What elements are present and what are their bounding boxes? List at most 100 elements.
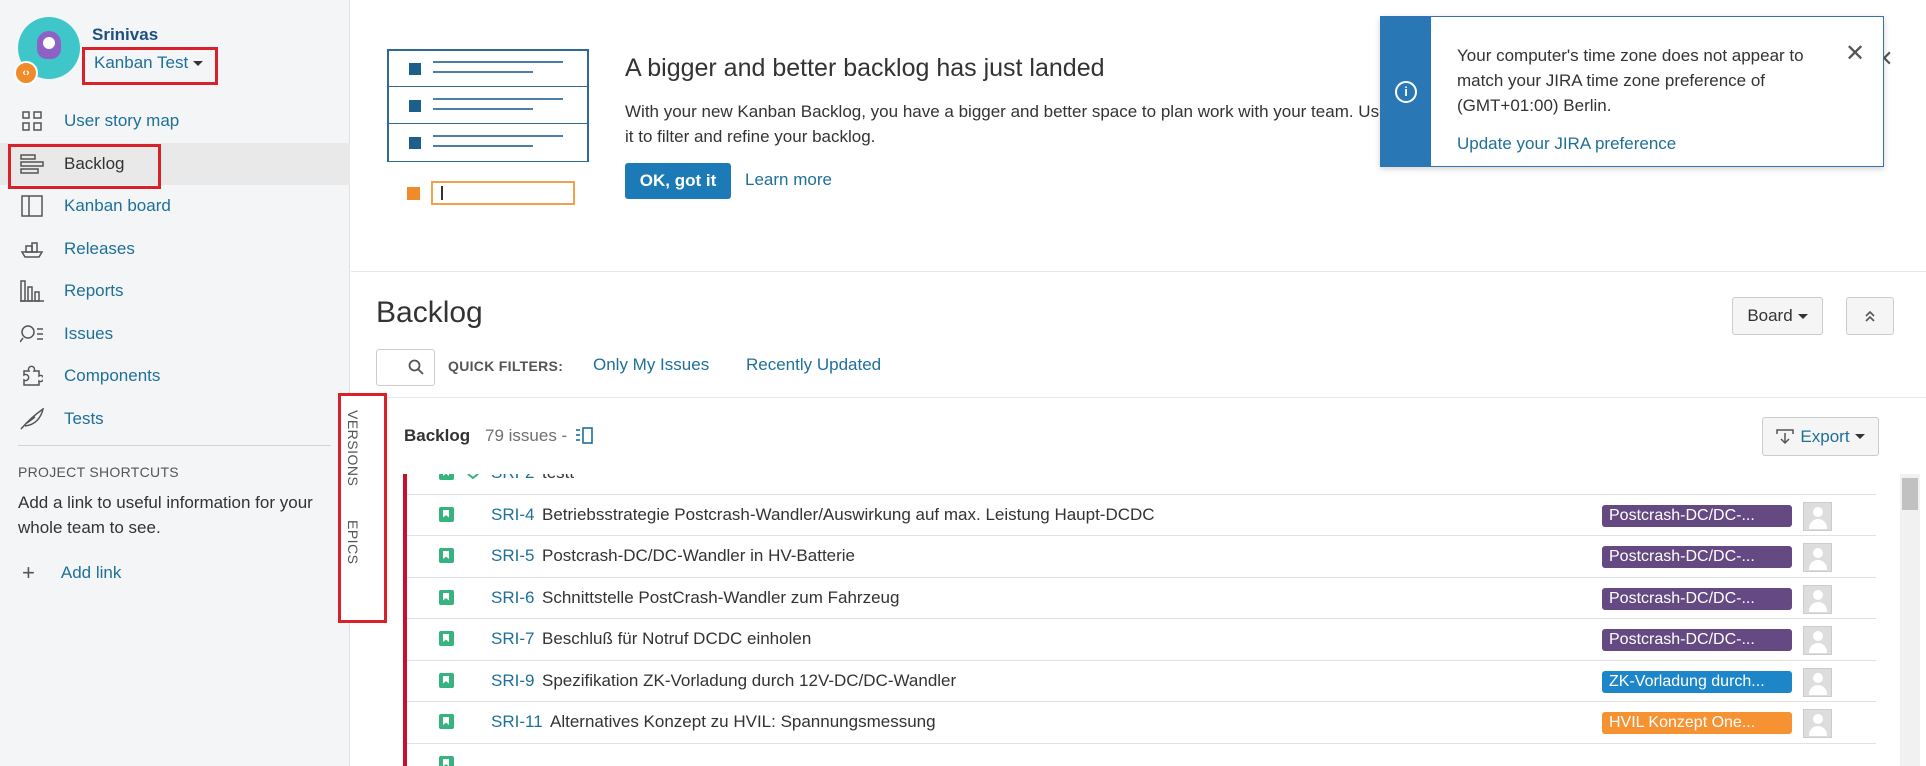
board-icon	[18, 194, 46, 218]
scrollbar-thumb[interactable]	[1902, 478, 1918, 510]
issue-summary: Alternatives Konzept zu HVIL: Spannungsm…	[550, 712, 936, 731]
assignee-avatar[interactable]	[1803, 626, 1832, 655]
backlog-issue-count: 79 issues -	[485, 426, 568, 445]
plus-icon: +	[22, 560, 35, 585]
issue-key[interactable]: SRI-2	[491, 474, 534, 483]
puzzle-icon	[18, 364, 46, 388]
highlight-backlog-annotation	[8, 144, 161, 189]
sidebar-item-label: Components	[64, 366, 161, 386]
story-icon	[439, 474, 454, 480]
table-row[interactable]: SRI-2 testt	[407, 474, 1876, 495]
epic-badge[interactable]: ZK-Vorladung durch...	[1602, 670, 1792, 693]
issue-summary: Schnittstelle PostCrash-Wandler zum Fahr…	[542, 587, 900, 607]
export-icon	[1776, 428, 1795, 444]
sidebar-divider	[18, 445, 331, 446]
board-columns-icon[interactable]	[575, 427, 593, 444]
epic-badge[interactable]: HVIL Konzept One...	[1602, 712, 1792, 734]
add-link-button[interactable]: + Add link	[22, 560, 121, 586]
issue-summary: Postcrash-DC/DC-Wandler in HV-Batterie	[542, 546, 856, 565]
sidebar-item-issues[interactable]: Issues	[0, 313, 350, 356]
info-icon: i	[1395, 81, 1417, 103]
table-row[interactable]: SRI-7 Beschluß für Notruf DCDC einholen …	[407, 619, 1876, 661]
table-row[interactable]: SRI-4 Betriebsstrategie Postcrash-Wandle…	[407, 494, 1876, 536]
user-name[interactable]: Srinivas	[92, 25, 158, 45]
illustration-input-box	[431, 181, 575, 205]
table-row[interactable]: SRI-11 Alternatives Konzept zu HVIL: Spa…	[407, 702, 1876, 744]
grid-icon	[18, 109, 46, 133]
assignee-avatar[interactable]	[1803, 667, 1832, 697]
assignee-avatar[interactable]	[1803, 543, 1832, 572]
collapse-header-button[interactable]	[1846, 297, 1894, 335]
table-row[interactable]	[407, 743, 1876, 766]
jira-kanban-backlog-page: ‹› Srinivas Kanban Test User story map B…	[0, 0, 1926, 766]
vertical-panel-tabs: VERSIONS EPICS	[338, 393, 387, 623]
quick-filter-recently-updated[interactable]: Recently Updated	[746, 355, 881, 375]
code-badge-icon: ‹›	[14, 61, 38, 85]
sidebar-item-user-story-map[interactable]: User story map	[0, 100, 350, 143]
assignee-avatar[interactable]	[1803, 584, 1832, 614]
sidebar-item-releases[interactable]: Releases	[0, 228, 350, 271]
sidebar-item-label: Releases	[64, 238, 135, 258]
project-name: Kanban Test	[94, 53, 189, 72]
sidebar-item-components[interactable]: Components	[0, 355, 350, 398]
issue-summary: Betriebsstrategie Postcrash-Wandler/Ausw…	[542, 504, 1155, 524]
priority-lowest-icon	[467, 474, 479, 479]
export-label: Export	[1800, 426, 1850, 446]
sidebar: ‹› Srinivas Kanban Test User story map B…	[0, 0, 350, 766]
quick-filter-only-my-issues[interactable]: Only My Issues	[593, 355, 709, 375]
ok-got-it-button[interactable]: OK, got it	[625, 163, 731, 199]
sidebar-item-kanban-board[interactable]: Kanban board	[0, 185, 350, 228]
sidebar-item-tests[interactable]: Tests	[0, 398, 350, 441]
issue-summary: Beschluß für Notruf DCDC einholen	[542, 629, 812, 648]
assignee-avatar[interactable]	[1803, 709, 1832, 738]
story-icon	[439, 714, 454, 729]
story-icon	[439, 755, 454, 766]
double-chevron-up-icon	[1865, 310, 1875, 322]
feather-icon	[18, 407, 46, 431]
project-avatar[interactable]: ‹›	[14, 17, 80, 85]
project-switcher[interactable]: Kanban Test	[82, 47, 218, 85]
story-icon	[439, 631, 454, 646]
export-button[interactable]: Export	[1762, 417, 1879, 456]
sidebar-item-label: Reports	[64, 281, 124, 301]
assignee-avatar[interactable]	[1803, 501, 1832, 531]
chevron-down-icon	[1854, 434, 1865, 439]
epic-badge[interactable]: Postcrash-DC/DC-...	[1602, 587, 1792, 610]
epic-badge[interactable]: Postcrash-DC/DC-...	[1602, 546, 1792, 568]
tab-versions[interactable]: VERSIONS	[345, 410, 361, 486]
issue-key[interactable]: SRI-5	[491, 546, 534, 566]
tab-epics[interactable]: EPICS	[345, 520, 361, 565]
epic-badge[interactable]: Postcrash-DC/DC-...	[1602, 504, 1792, 527]
issues-icon	[18, 322, 46, 346]
issue-summary: Spezifikation ZK-Vorladung durch 12V-DC/…	[542, 670, 957, 690]
add-link-label: Add link	[60, 563, 122, 582]
table-row[interactable]: SRI-6 Schnittstelle PostCrash-Wandler zu…	[407, 577, 1876, 619]
table-row[interactable]: SRI-9 Spezifikation ZK-Vorladung durch 1…	[407, 660, 1876, 702]
shortcuts-heading: PROJECT SHORTCUTS	[18, 464, 179, 480]
shortcuts-text: Add a link to useful information for you…	[18, 493, 313, 537]
banner-title: A bigger and better backlog has just lan…	[625, 54, 1105, 82]
notification-message: Your computer's time zone does not appea…	[1457, 46, 1804, 115]
issue-key[interactable]: SRI-7	[491, 629, 534, 649]
board-dropdown-button[interactable]: Board	[1732, 297, 1823, 335]
sidebar-item-reports[interactable]: Reports	[0, 270, 350, 313]
board-button-label: Board	[1747, 306, 1793, 325]
chevron-down-icon	[1797, 313, 1808, 319]
issue-summary: testt	[542, 474, 574, 483]
header-divider	[351, 397, 1926, 398]
sidebar-item-label: Tests	[64, 408, 104, 428]
update-preference-link[interactable]: Update your JIRA preference	[1457, 134, 1676, 154]
close-icon[interactable]: ✕	[1845, 39, 1865, 68]
issue-key[interactable]: SRI-4	[491, 505, 534, 525]
scrollbar[interactable]	[1900, 474, 1920, 766]
search-input[interactable]	[376, 349, 435, 386]
illustration-orange-square	[407, 187, 420, 200]
issue-key[interactable]: SRI-6	[491, 588, 534, 608]
issue-key[interactable]: SRI-11	[491, 712, 543, 732]
story-icon	[439, 672, 454, 688]
table-row[interactable]: SRI-5 Postcrash-DC/DC-Wandler in HV-Batt…	[407, 536, 1876, 578]
learn-more-link[interactable]: Learn more	[745, 170, 832, 190]
issue-key[interactable]: SRI-9	[491, 671, 534, 691]
epic-badge[interactable]: Postcrash-DC/DC-...	[1602, 629, 1792, 651]
chevron-down-icon	[193, 61, 204, 67]
